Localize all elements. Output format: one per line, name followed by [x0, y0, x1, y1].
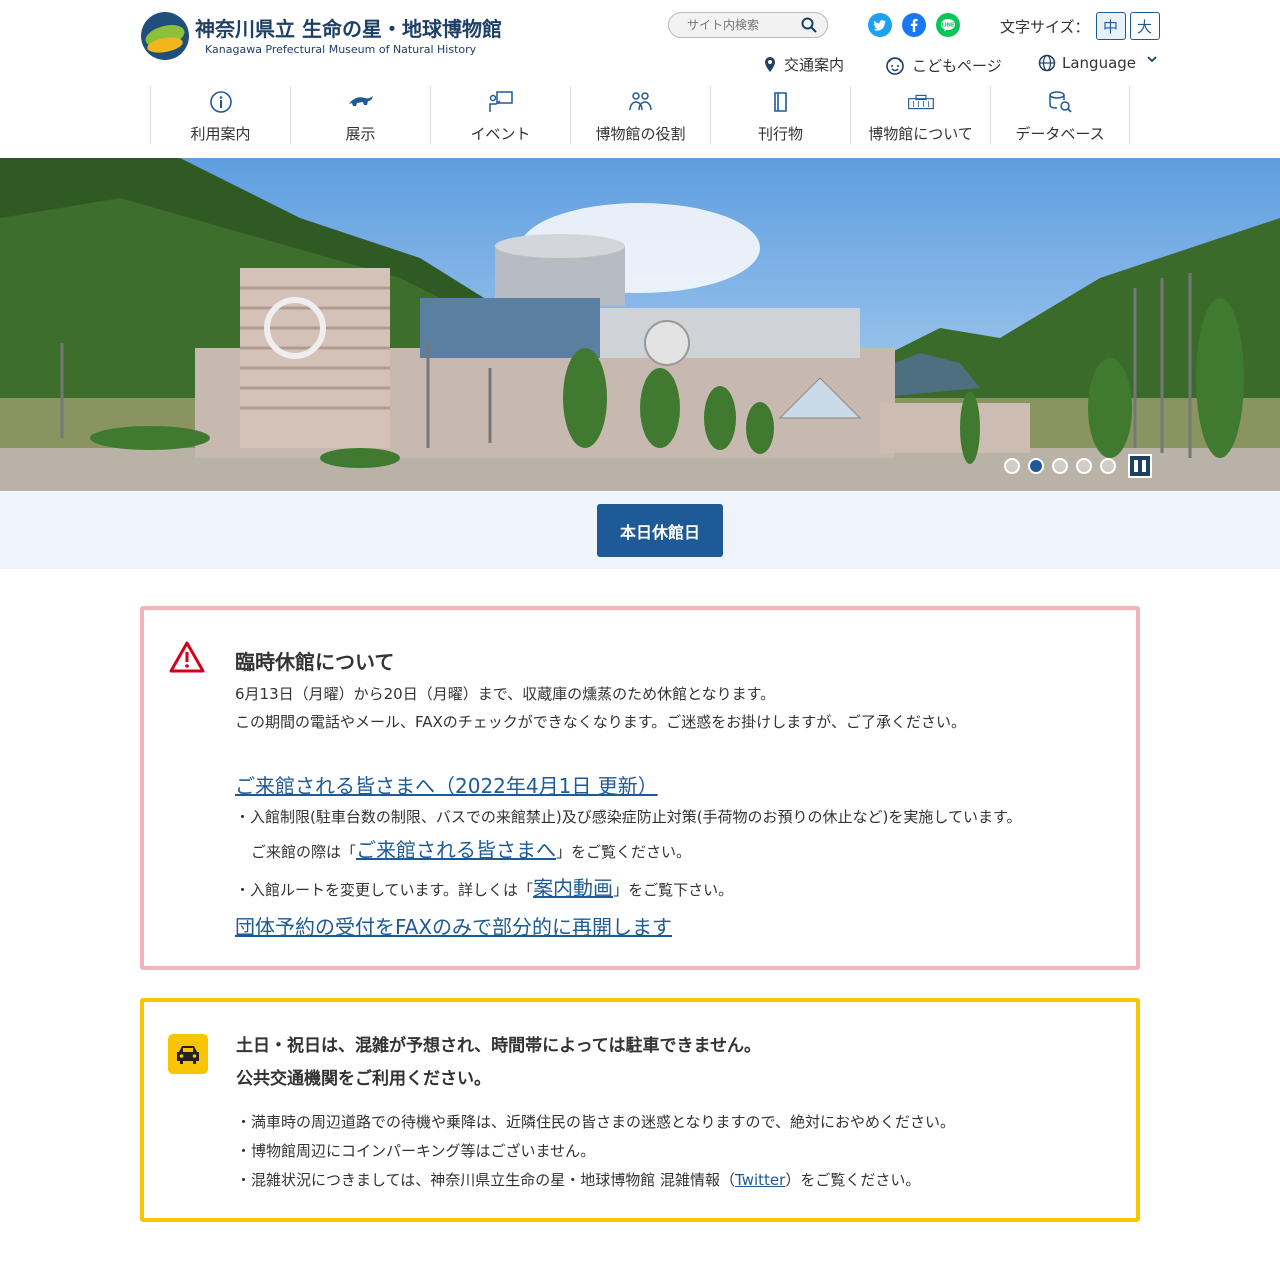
kids-page-label: こどもページ	[912, 56, 1002, 75]
database-search-icon	[1046, 88, 1074, 115]
group-reservation-link[interactable]: 団体予約の受付をFAXのみで部分的に再開します	[235, 911, 672, 940]
nav-item-events[interactable]: イベント	[430, 86, 570, 144]
site-logo[interactable]: 神奈川県立 生命の星・地球博物館 Kanagawa Prefectural Mu…	[141, 12, 502, 60]
font-size-switcher: 文字サイズ： 中 大	[1000, 12, 1160, 40]
font-size-label: 文字サイズ：	[1000, 17, 1090, 36]
warning-icon	[169, 641, 205, 673]
nav-item-database[interactable]: データベース	[990, 86, 1130, 144]
notice-bullet: ・入館ルートを変更しています。詳しくは「案内動画」をご覧下さい。	[235, 874, 733, 904]
people-icon	[627, 88, 655, 115]
search-icon[interactable]	[801, 17, 817, 33]
dinosaur-icon	[347, 88, 375, 115]
info-icon	[207, 88, 235, 115]
notice-bullet: ・混雑状況につきましては、神奈川県立生命の星・地球博物館 混雑情報（Twitte…	[236, 1166, 920, 1194]
nav-label: 展示	[345, 125, 376, 143]
guide-video-link[interactable]: 案内動画	[533, 876, 613, 900]
notice-bullet: ・満車時の周辺道路での待機や乗降は、近隣住民の皆さまの迷惑となりますので、絶対に…	[236, 1113, 955, 1131]
nav-label: 博物館について	[868, 125, 973, 143]
logo-title-jp: 神奈川県立 生命の星・地球博物館	[195, 16, 502, 41]
chevron-down-icon	[1147, 56, 1157, 63]
globe-icon	[1038, 54, 1056, 72]
text-segment: ・入館ルートを変更しています。詳しくは「	[235, 881, 534, 899]
slide-dot[interactable]	[1052, 458, 1068, 474]
today-status-band: 本日休館日	[0, 491, 1280, 569]
map-pin-icon	[765, 56, 775, 72]
twitter-congestion-link[interactable]: Twitter	[735, 1171, 785, 1189]
nav-label: 刊行物	[757, 125, 803, 143]
parking-notice-title: 土日・祝日は、混雑が予想され、時間帯によっては駐車できません。	[236, 1036, 761, 1056]
text-segment: ご来館の際は「	[251, 843, 357, 861]
child-face-icon	[886, 57, 904, 75]
museum-logo-mark	[141, 12, 189, 60]
notice-bullet-sub: ご来館の際は「ご来館される皆さまへ」をご覧ください。	[235, 836, 691, 866]
pause-icon[interactable]	[1128, 454, 1152, 478]
access-link[interactable]: 交通案内	[762, 54, 844, 75]
kids-page-link[interactable]: こどもページ	[884, 54, 1002, 76]
site-header: 神奈川県立 生命の星・地球博物館 Kanagawa Prefectural Mu…	[0, 0, 1280, 158]
slide-dot[interactable]	[1004, 458, 1020, 474]
access-label: 交通案内	[784, 56, 845, 74]
svg-text:LINE: LINE	[942, 23, 955, 29]
line-icon[interactable]: LINE	[936, 13, 960, 37]
nav-label: イベント	[470, 125, 531, 143]
nav-item-role[interactable]: 博物館の役割	[570, 86, 710, 144]
parking-notice: 土日・祝日は、混雑が予想され、時間帯によっては駐車できません。 公共交通機関をご…	[140, 998, 1140, 1222]
car-icon	[168, 1034, 208, 1074]
notice-line: 6月13日（月曜）から20日（月曜）まで、収蔵庫の燻蒸のため休館となります。	[235, 685, 776, 703]
facebook-icon[interactable]	[902, 13, 926, 37]
font-size-medium-button[interactable]: 中	[1095, 12, 1126, 40]
search-input[interactable]	[669, 13, 789, 37]
notice-line: この期間の電話やメール、FAXのチェックができなくなります。ご迷惑をお掛けします…	[235, 713, 966, 731]
presentation-icon	[487, 88, 515, 115]
text-segment: 」をご覧下さい。	[613, 881, 734, 899]
visitor-info-link[interactable]: ご来館される皆さまへ（2022年4月1日 更新）	[235, 770, 658, 799]
text-segment: ・混雑状況につきましては、神奈川県立生命の星・地球博物館 混雑情報（	[236, 1171, 736, 1189]
temporary-closure-notice: 臨時休館について 6月13日（月曜）から20日（月曜）まで、収蔵庫の燻蒸のため休…	[140, 606, 1140, 970]
nav-label: データベース	[1015, 125, 1105, 143]
hero-slideshow	[0, 158, 1280, 491]
slide-dot[interactable]	[1076, 458, 1092, 474]
notice-bullet: ・博物館周辺にコインパーキング等はございません。	[236, 1142, 596, 1160]
logo-title-en: Kanagawa Prefectural Museum of Natural H…	[205, 42, 477, 56]
nav-label: 博物館の役割	[595, 125, 686, 143]
font-size-large-button[interactable]: 大	[1129, 12, 1160, 40]
notice-bullet: ・入館制限(駐車台数の制限、バスでの来館禁止)及び感染症防止対策(手荷物のお預り…	[235, 808, 1022, 826]
slide-indicators	[1004, 458, 1124, 474]
visitor-info-inline-link[interactable]: ご来館される皆さまへ	[356, 838, 556, 862]
notice-title: 臨時休館について	[235, 650, 395, 674]
nav-item-exhibits[interactable]: 展示	[290, 86, 430, 144]
text-segment: 」をご覧ください。	[556, 843, 692, 861]
global-navigation: 利用案内 展示 イベント 博物館の役割 刊行物 博物館について データベース	[150, 86, 1130, 144]
language-label: Language	[1062, 54, 1137, 72]
text-segment: ）をご覧ください。	[785, 1171, 921, 1189]
slide-dot[interactable]	[1100, 458, 1116, 474]
parking-notice-subtitle: 公共交通機関をご利用ください。	[236, 1069, 491, 1089]
building-icon	[907, 88, 935, 115]
book-icon	[767, 88, 795, 115]
closed-today-badge[interactable]: 本日休館日	[597, 504, 723, 557]
slide-dot[interactable]	[1028, 458, 1044, 474]
nav-item-guide[interactable]: 利用案内	[150, 86, 290, 144]
nav-label: 利用案内	[190, 125, 251, 143]
language-selector[interactable]: Language	[1038, 54, 1164, 72]
nav-item-publications[interactable]: 刊行物	[710, 86, 850, 144]
nav-item-about[interactable]: 博物館について	[850, 86, 990, 144]
museum-building-photo	[0, 158, 1280, 491]
twitter-icon[interactable]	[868, 13, 892, 37]
site-search	[668, 12, 828, 38]
